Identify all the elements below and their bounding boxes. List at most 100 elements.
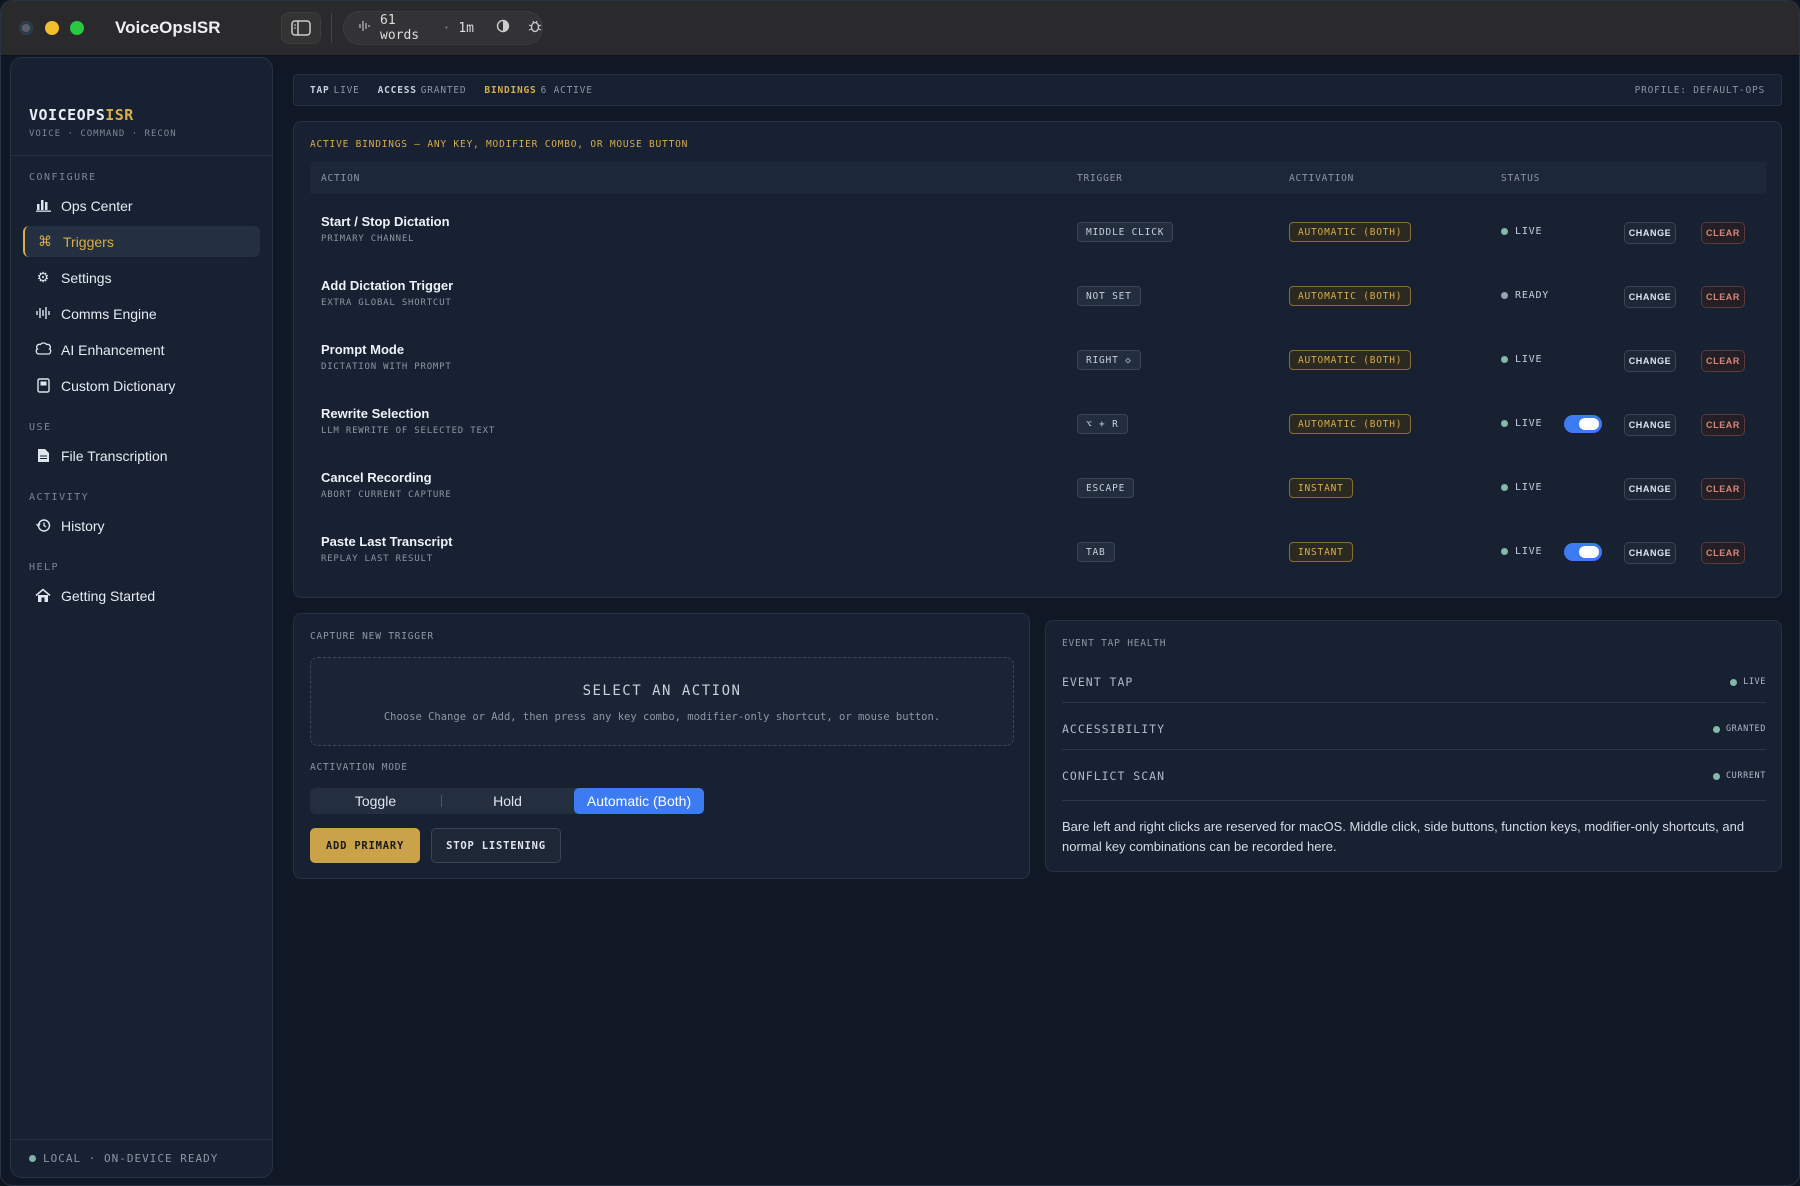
status-dot-icon (1501, 484, 1508, 491)
sidebar-item-label: History (61, 517, 105, 534)
sidebar-item-label: Comms Engine (61, 305, 157, 322)
history-clock-icon (34, 516, 52, 534)
mode-hold-option[interactable]: Hold (442, 788, 573, 814)
health-value: CURRENT (1712, 771, 1766, 781)
change-button[interactable]: CHANGE (1624, 414, 1676, 436)
event-tap-health-panel: EVENT TAP HEALTH EVENT TAP LIVE ACCESSIB… (1045, 620, 1782, 872)
clear-button[interactable]: CLEAR (1701, 414, 1745, 436)
binding-description: DICTATION WITH PROMPT (321, 362, 452, 372)
clear-button[interactable]: CLEAR (1701, 286, 1745, 308)
change-button[interactable]: CHANGE (1624, 286, 1676, 308)
status-text: LIVE (1515, 226, 1543, 237)
health-value-text: CURRENT (1725, 771, 1766, 781)
change-button[interactable]: CHANGE (1624, 222, 1676, 244)
health-label: ACCESSIBILITY (1062, 722, 1166, 736)
status-indicator: LIVE (1501, 482, 1542, 493)
mode-toggle-option[interactable]: Toggle (310, 788, 441, 814)
sidebar-item-triggers[interactable]: ⌘ Triggers (23, 226, 260, 257)
sidebar-item-ai-enhancement[interactable]: AI Enhancement (23, 334, 260, 365)
mode-automatic-option[interactable]: Automatic (Both) (574, 788, 704, 814)
local-status: LOCAL · ON-DEVICE READY (29, 1152, 218, 1165)
sidebar-item-ops-center[interactable]: Ops Center (23, 190, 260, 221)
status-dot-icon (1501, 420, 1508, 427)
sidebar-item-getting-started[interactable]: Getting Started (23, 580, 260, 611)
minimize-window-button[interactable] (45, 21, 59, 35)
sidebar-item-label: AI Enhancement (61, 341, 165, 358)
trigger-chip: ESCAPE (1077, 478, 1135, 498)
table-row: Add Dictation Trigger EXTRA GLOBAL SHORT… (310, 264, 1766, 328)
capture-trigger-panel: CAPTURE NEW TRIGGER SELECT AN ACTION Cho… (293, 613, 1030, 879)
health-row-accessibility: ACCESSIBILITY GRANTED (1062, 714, 1766, 750)
change-button[interactable]: CHANGE (1624, 478, 1676, 500)
sidebar-item-comms-engine[interactable]: Comms Engine (23, 298, 260, 329)
health-label: CONFLICT SCAN (1062, 769, 1166, 783)
bindings-title: ACTIVE BINDINGS — ANY KEY, MODIFIER COMB… (310, 139, 689, 150)
table-row: Start / Stop Dictation PRIMARY CHANNEL M… (310, 200, 1766, 264)
waveform-icon (358, 19, 372, 37)
brain-icon (34, 340, 52, 358)
binding-description: REPLAY LAST RESULT (321, 554, 433, 564)
status-indicator: LIVE (1501, 418, 1542, 429)
tap-label: TAP (310, 84, 330, 96)
sidebar-icon (291, 20, 311, 36)
activation-mode-label: ACTIVATION MODE (310, 762, 408, 773)
binding-description: ABORT CURRENT CAPTURE (321, 490, 452, 500)
sidebar-item-label: Settings (61, 269, 112, 286)
binding-name: Cancel Recording (321, 470, 432, 485)
column-action: ACTION (321, 173, 361, 184)
clear-button[interactable]: CLEAR (1701, 350, 1745, 372)
column-activation: ACTIVATION (1289, 173, 1355, 184)
activation-chip: INSTANT (1289, 542, 1353, 562)
sidebar-item-history[interactable]: History (23, 510, 260, 541)
stop-listening-button[interactable]: STOP LISTENING (431, 828, 561, 863)
sidebar-item-custom-dictionary[interactable]: Custom Dictionary (23, 370, 260, 401)
zoom-window-button[interactable] (70, 21, 84, 35)
close-window-button[interactable] (19, 21, 33, 35)
health-value: LIVE (1730, 677, 1766, 687)
health-value-text: GRANTED (1725, 724, 1766, 734)
active-bindings-panel: ACTIVE BINDINGS — ANY KEY, MODIFIER COMB… (293, 121, 1782, 598)
health-row-event-tap: EVENT TAP LIVE (1062, 667, 1766, 703)
contrast-icon[interactable] (496, 19, 510, 37)
add-primary-button[interactable]: ADD PRIMARY (310, 828, 420, 863)
capture-title: CAPTURE NEW TRIGGER (310, 631, 434, 642)
activation-chip: AUTOMATIC (BOTH) (1289, 414, 1412, 434)
status-text: LIVE (1515, 482, 1543, 493)
clear-button[interactable]: CLEAR (1701, 222, 1745, 244)
table-row: Prompt Mode DICTATION WITH PROMPT RIGHT … (310, 328, 1766, 392)
change-button[interactable]: CHANGE (1624, 350, 1676, 372)
document-icon (34, 446, 52, 464)
sidebar-item-settings[interactable]: ⚙ Settings (23, 262, 260, 293)
session-duration: 1m (458, 20, 474, 36)
binding-name: Start / Stop Dictation (321, 214, 450, 229)
activation-chip: AUTOMATIC (BOTH) (1289, 350, 1412, 370)
bug-icon[interactable] (528, 19, 542, 37)
health-label: EVENT TAP (1062, 675, 1134, 689)
trigger-chip: RIGHT ◇ (1077, 350, 1141, 370)
binding-enabled-toggle[interactable] (1564, 415, 1602, 433)
change-button[interactable]: CHANGE (1624, 542, 1676, 564)
status-indicator: READY (1501, 290, 1549, 301)
sidebar-item-label: Getting Started (61, 587, 156, 604)
stats-separator: · (442, 20, 451, 36)
section-help: HELP (29, 562, 60, 573)
word-count: 61 words (380, 13, 420, 43)
status-strip: TAP LIVE ACCESS GRANTED BINDINGS 6 ACTIVE P… (293, 74, 1782, 106)
clear-button[interactable]: CLEAR (1701, 542, 1745, 564)
clear-button[interactable]: CLEAR (1701, 478, 1745, 500)
sidebar: VOICEOPSISR VOICE · COMMAND · RECON CONF… (10, 57, 273, 1178)
binding-enabled-toggle[interactable] (1564, 543, 1602, 561)
title-bar: VoiceOpsISR 61 words · 1m (1, 1, 1799, 56)
trigger-chip: ⌥ + R (1077, 414, 1128, 434)
tap-status: TAP LIVE (310, 85, 360, 96)
binding-description: EXTRA GLOBAL SHORTCUT (321, 298, 452, 308)
activation-mode-segmented: Toggle Hold Automatic (Both) (310, 788, 704, 814)
session-stats-pill[interactable]: 61 words · 1m (343, 11, 543, 45)
capture-dropzone[interactable]: SELECT AN ACTION Choose Change or Add, t… (310, 657, 1014, 746)
table-row: Paste Last Transcript REPLAY LAST RESULT… (310, 520, 1766, 584)
binding-name: Paste Last Transcript (321, 534, 453, 549)
toggle-sidebar-button[interactable] (281, 12, 321, 44)
status-dot-icon (1501, 356, 1508, 363)
status-indicator: LIVE (1501, 354, 1542, 365)
sidebar-item-file-transcription[interactable]: File Transcription (23, 440, 260, 471)
